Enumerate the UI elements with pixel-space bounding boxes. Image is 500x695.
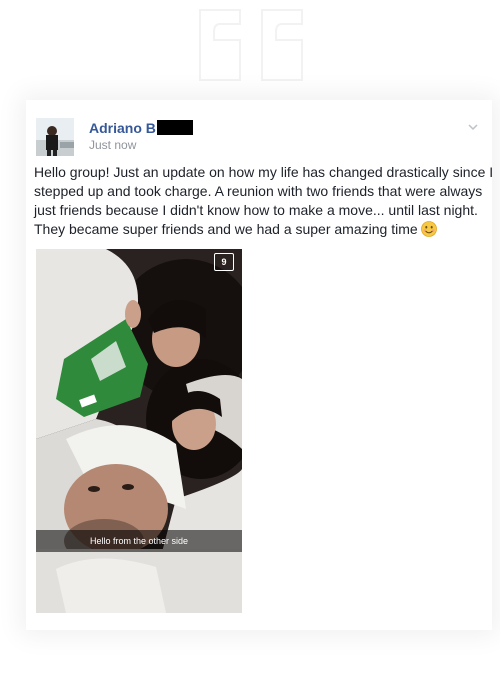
- post-timestamp[interactable]: Just now: [89, 138, 136, 152]
- post-body: Hello group! Just an update on how my li…: [34, 163, 494, 239]
- chevron-down-icon[interactable]: [466, 120, 480, 134]
- photo-image: [36, 249, 242, 613]
- name-redaction: [156, 120, 193, 135]
- snap-caption-bar: Hello from the other side: [36, 530, 242, 552]
- smiling-face-emoji-icon: [420, 221, 437, 237]
- post-photo[interactable]: 9 Hello from the other side: [36, 249, 242, 613]
- snap-caption: Hello from the other side: [89, 536, 189, 546]
- author-name-text[interactable]: Adriano B: [89, 120, 156, 136]
- post-header: Adriano B Just now: [36, 118, 482, 158]
- post-card: Adriano B Just now Hello group! Just an …: [26, 100, 494, 630]
- snap-timer-badge: 9: [214, 253, 234, 271]
- avatar[interactable]: [36, 118, 74, 156]
- author-name[interactable]: Adriano B: [89, 120, 193, 136]
- quote-mark-icon: [199, 9, 303, 81]
